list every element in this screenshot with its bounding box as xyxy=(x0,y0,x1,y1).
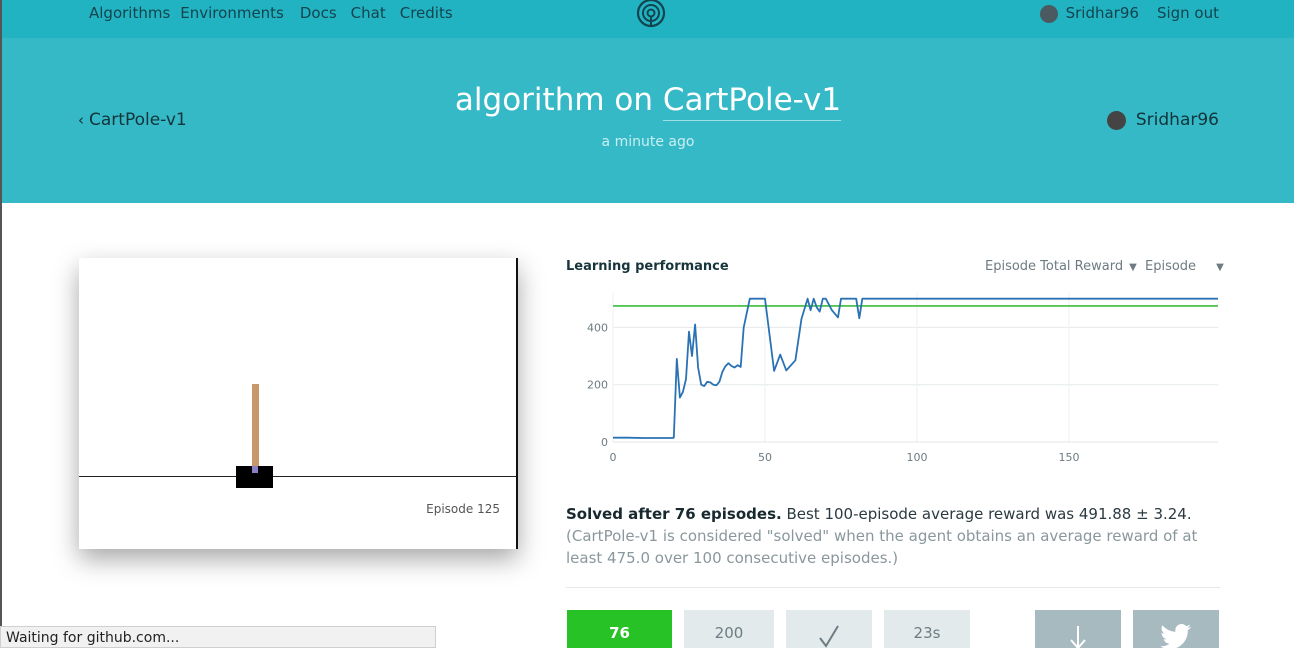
nav-link-credits[interactable]: Credits xyxy=(400,4,453,22)
learning-chart: 0 200 400 0 50 100 150 xyxy=(587,293,1218,464)
total-episodes-badge[interactable]: 200 xyxy=(684,610,774,648)
twitter-share-button[interactable] xyxy=(1133,610,1219,649)
reward-series-line xyxy=(613,297,1218,439)
best-text: Best 100-episode average reward was 491.… xyxy=(781,505,1192,523)
timestamp: a minute ago xyxy=(601,134,695,150)
solved-text: Solved after 76 episodes. xyxy=(566,505,782,523)
x-tick-label: 0 xyxy=(610,451,617,464)
hero-username: Sridhar96 xyxy=(1135,110,1219,130)
total-episodes-value: 200 xyxy=(714,624,744,642)
note-text: (CartPole-v1 is considered "solved" when… xyxy=(566,527,1198,567)
twitter-icon xyxy=(1160,624,1191,649)
nav-link-chat[interactable]: Chat xyxy=(351,4,386,22)
title-prefix: algorithm on xyxy=(454,82,663,118)
x-axis-select-value: Episode xyxy=(1145,259,1197,274)
axle xyxy=(252,466,258,473)
solved-episodes-badge[interactable]: 76 xyxy=(567,610,672,648)
gym-logo-icon[interactable] xyxy=(636,0,666,30)
browser-status-bar: Waiting for github.com... xyxy=(0,626,436,648)
reviewed-badge[interactable] xyxy=(786,610,872,648)
download-icon xyxy=(1070,626,1086,648)
avatar-icon xyxy=(1106,110,1126,130)
x-tick-label: 50 xyxy=(758,451,772,464)
checkmark-icon xyxy=(819,625,839,648)
duration-badge[interactable]: 23s xyxy=(884,610,970,648)
nav-links: Algorithms Environments Docs Chat Credit… xyxy=(89,4,453,22)
simulation-video[interactable]: Episode 125 xyxy=(79,258,518,549)
nav-username: Sridhar96 xyxy=(1065,4,1139,22)
metric-select[interactable]: Episode Total Reward ▼ xyxy=(985,259,1137,274)
download-button[interactable] xyxy=(1035,610,1121,648)
summary-text: Solved after 76 episodes. Best 100-episo… xyxy=(566,503,1216,569)
nav-link-environments[interactable]: Environments xyxy=(180,4,284,22)
environment-link[interactable]: CartPole-v1 xyxy=(662,82,842,121)
solved-episodes-value: 76 xyxy=(609,624,630,642)
x-tick-label: 150 xyxy=(1059,451,1080,464)
cart-track xyxy=(79,476,516,477)
pole xyxy=(252,384,259,468)
avatar-icon xyxy=(1039,4,1058,23)
nav-user-area: Sridhar96 Sign out xyxy=(1039,4,1219,23)
sign-out-link[interactable]: Sign out xyxy=(1157,4,1219,22)
page-title: algorithm on CartPole-v1 xyxy=(2,82,1294,121)
divider xyxy=(566,587,1220,588)
metric-select-value: Episode Total Reward xyxy=(985,259,1124,274)
y-tick-label: 200 xyxy=(587,379,608,392)
nav-user[interactable]: Sridhar96 xyxy=(1039,4,1139,23)
top-nav-bar: Algorithms Environments Docs Chat Credit… xyxy=(2,0,1294,38)
caret-down-icon: ▼ xyxy=(1216,262,1224,273)
duration-value: 23s xyxy=(913,624,941,642)
caret-down-icon: ▼ xyxy=(1129,262,1137,273)
y-tick-label: 400 xyxy=(587,321,608,334)
nav-link-docs[interactable]: Docs xyxy=(300,4,337,22)
episode-label: Episode 125 xyxy=(426,502,500,516)
x-tick-label: 100 xyxy=(907,451,928,464)
performance-title: Learning performance xyxy=(566,259,729,274)
nav-link-algorithms[interactable]: Algorithms xyxy=(89,4,170,22)
hero-user[interactable]: Sridhar96 xyxy=(1106,110,1219,130)
x-axis-select[interactable]: Episode ▼ xyxy=(1145,259,1224,274)
y-tick-label: 0 xyxy=(601,436,608,449)
hero-banner: ‹ CartPole-v1 algorithm on CartPole-v1 a … xyxy=(2,38,1294,203)
